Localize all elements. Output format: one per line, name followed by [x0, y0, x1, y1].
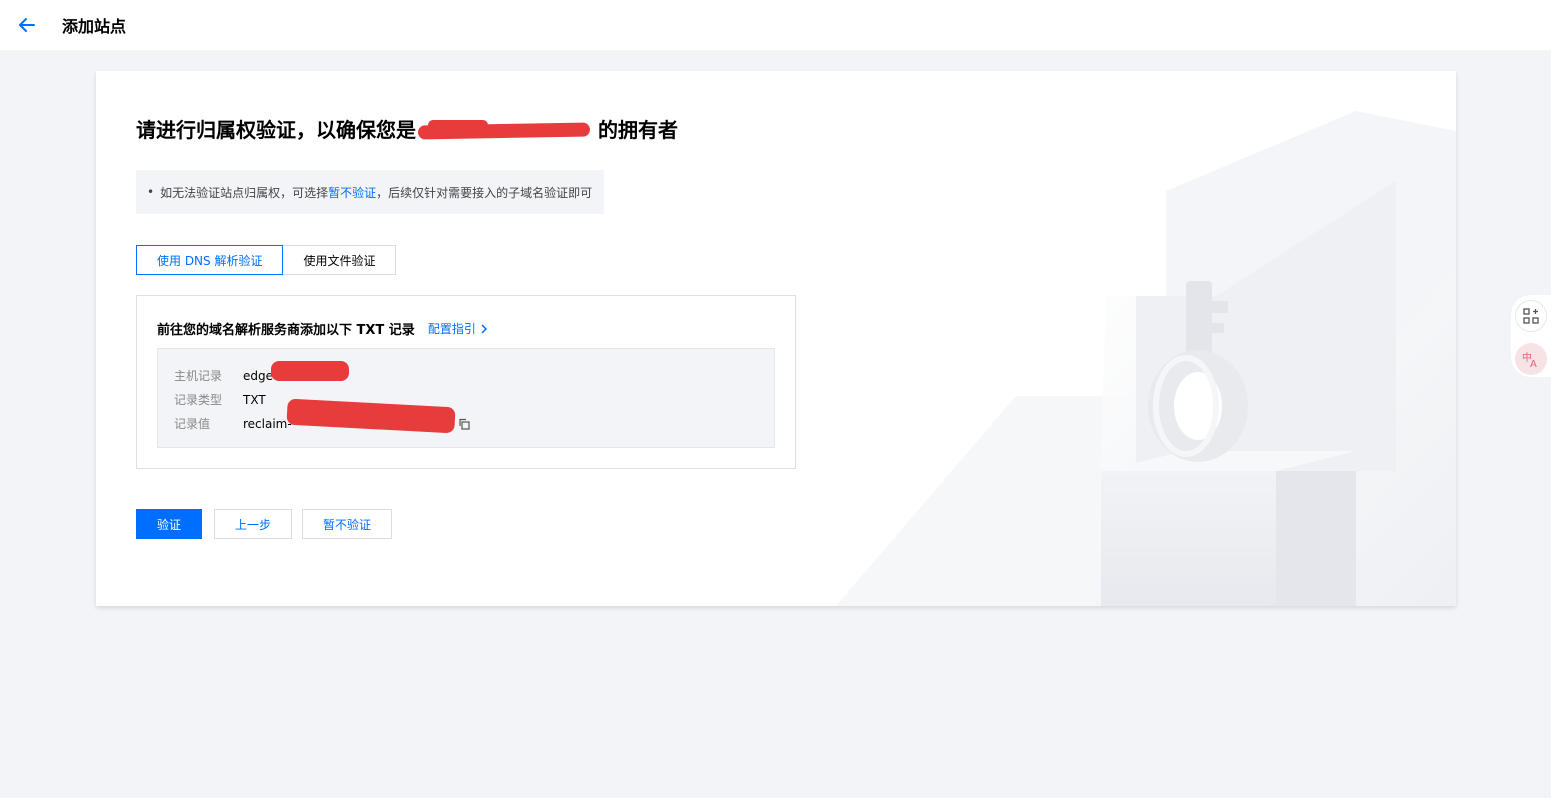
- redaction-mark: [286, 398, 456, 434]
- floating-toolbar: 中A: [1511, 295, 1551, 377]
- action-buttons: 验证 上一步 暂不验证: [136, 509, 392, 539]
- previous-step-button[interactable]: 上一步: [214, 509, 292, 539]
- record-row-host: 主机记录 edge: [174, 361, 349, 384]
- card-title: 请进行归属权验证，以确保您是 的拥有者: [136, 114, 678, 143]
- record-label: 记录类型: [174, 393, 223, 407]
- record-value: reclaim-: [243, 398, 470, 434]
- tab-file-verification[interactable]: 使用文件验证: [283, 245, 397, 275]
- copy-icon[interactable]: [458, 418, 470, 430]
- redaction-mark: [271, 361, 349, 381]
- record-row-value: 记录值 reclaim-: [174, 398, 470, 434]
- redacted-domain: [417, 117, 596, 141]
- notice-text-before: 如无法验证站点归属权，可选择: [160, 185, 329, 200]
- page-title: 添加站点: [62, 17, 127, 36]
- config-guide-link[interactable]: 配置指引: [428, 320, 488, 337]
- title-prefix: 请进行归属权验证，以确保您是: [136, 118, 416, 142]
- verification-card: 请进行归属权验证，以确保您是 的拥有者 • 如无法验证站点归属权，可选择 暂不验…: [96, 71, 1456, 606]
- record-label: 主机记录: [174, 369, 223, 383]
- key-illustration: [836, 111, 1456, 606]
- record-row-type: 记录类型 TXT: [174, 391, 266, 408]
- verification-method-tabs: 使用 DNS 解析验证 使用文件验证: [136, 245, 397, 275]
- scrollbar[interactable]: [1551, 0, 1555, 798]
- chevron-right-icon: [481, 323, 487, 334]
- top-bar: 添加站点: [0, 0, 1551, 50]
- record-heading-text: 前往您的域名解析服务商添加以下 TXT 记录: [157, 323, 415, 338]
- tab-dns-verification[interactable]: 使用 DNS 解析验证: [136, 245, 284, 275]
- record-table: 主机记录 edge 记录类型 TXT 记录值 reclaim-: [157, 348, 775, 448]
- translate-icon[interactable]: 中A: [1515, 343, 1547, 375]
- notice-bullet: •: [147, 185, 155, 199]
- apps-add-icon[interactable]: [1515, 300, 1547, 332]
- record-value: TXT: [243, 392, 266, 407]
- skip-verification-button[interactable]: 暂不验证: [302, 509, 392, 539]
- title-suffix: 的拥有者: [598, 118, 678, 142]
- record-label: 记录值: [174, 417, 211, 431]
- verify-button[interactable]: 验证: [136, 509, 202, 539]
- svg-text:A: A: [1530, 359, 1537, 368]
- record-heading: 前往您的域名解析服务商添加以下 TXT 记录 配置指引: [157, 319, 488, 338]
- txt-record-panel: 前往您的域名解析服务商添加以下 TXT 记录 配置指引 主机记录 edge 记录…: [136, 295, 796, 469]
- notice-banner: • 如无法验证站点归属权，可选择 暂不验证 ，后续仅针对需要接入的子域名验证即可: [136, 170, 604, 214]
- config-guide-label: 配置指引: [427, 322, 476, 336]
- back-arrow-icon[interactable]: [15, 13, 39, 37]
- notice-skip-link[interactable]: 暂不验证: [328, 184, 376, 201]
- notice-text-after: ，后续仅针对需要接入的子域名验证即可: [376, 185, 593, 200]
- record-value: edge: [243, 361, 349, 384]
